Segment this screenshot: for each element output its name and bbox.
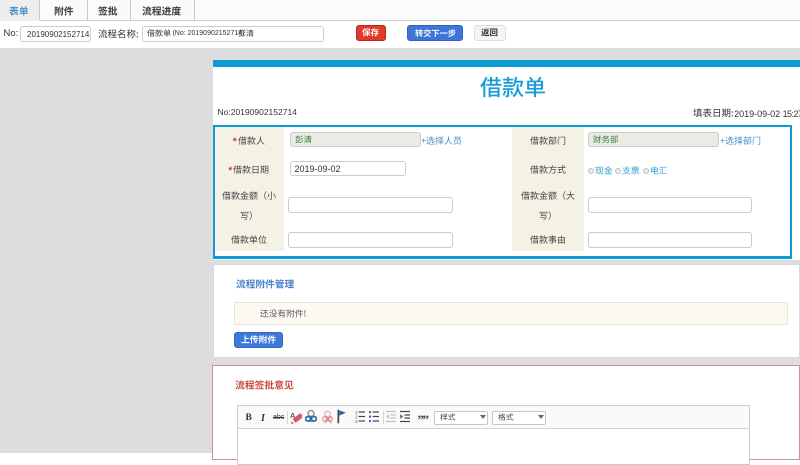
svg-text:3: 3: [355, 419, 358, 423]
